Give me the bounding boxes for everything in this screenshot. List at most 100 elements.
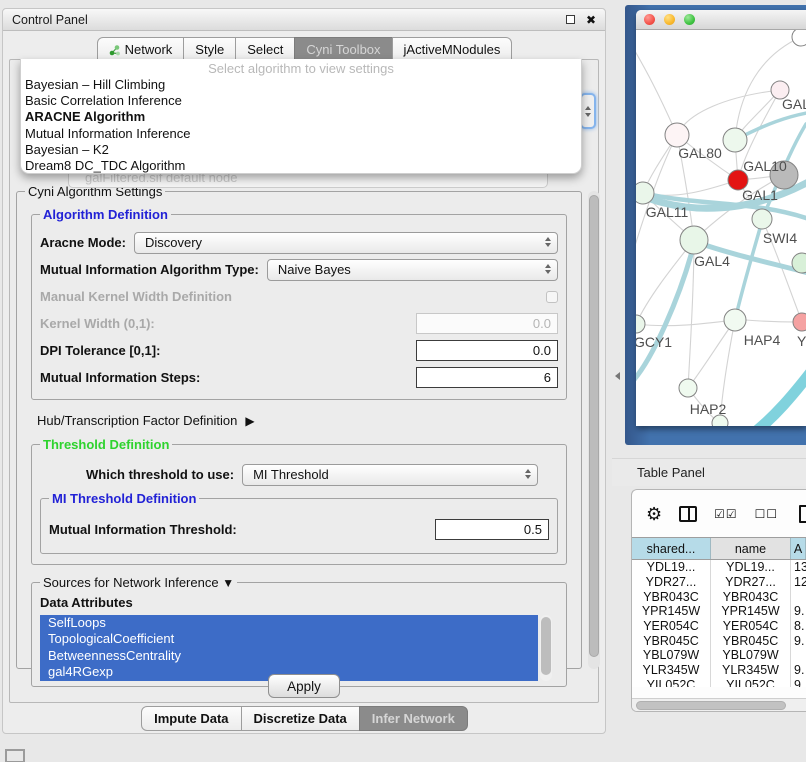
table-header: shared...nameA bbox=[632, 537, 806, 560]
table-hscrollbar-thumb[interactable] bbox=[636, 701, 786, 710]
column-header-0[interactable]: shared... bbox=[632, 538, 711, 559]
network-node-gal11[interactable] bbox=[636, 182, 654, 204]
attribute-item-topologicalcoefficient[interactable]: TopologicalCoefficient bbox=[40, 631, 538, 647]
tab-label: Cyni Toolbox bbox=[306, 42, 380, 57]
hub-definition-toggle[interactable]: Hub/Transcription Factor Definition ▶ bbox=[37, 413, 573, 428]
algorithm-option-mutual-information-inference[interactable]: Mutual Information Inference bbox=[21, 126, 581, 142]
network-node[interactable] bbox=[792, 30, 806, 46]
table-cell: YIL052C bbox=[632, 678, 711, 688]
mi-threshold-value: 0.5 bbox=[524, 522, 542, 537]
network-node-gal10[interactable] bbox=[723, 128, 747, 152]
algorithm-dropdown-list: Bayesian – Hill ClimbingBasic Correlatio… bbox=[21, 77, 581, 174]
table-row[interactable]: YBL079WYBL079W bbox=[632, 648, 806, 663]
tab-label: Impute Data bbox=[154, 711, 228, 726]
splitpane-collapse-icon[interactable] bbox=[615, 372, 620, 380]
settings-scrollbar-thumb[interactable] bbox=[589, 195, 599, 657]
sources-title-text: Sources for Network Inference bbox=[43, 575, 219, 590]
mi-type-combo[interactable]: Naive Bayes bbox=[267, 259, 558, 281]
table-cell: YDR27... bbox=[632, 575, 711, 590]
table-cell bbox=[791, 589, 806, 604]
threshold-type-combo[interactable]: MI Threshold bbox=[242, 464, 538, 486]
attribute-item-selfloops[interactable]: SelfLoops bbox=[40, 615, 538, 631]
control-panel: Control Panel ✖ NetworkStyleSelectCyni T… bbox=[2, 8, 606, 734]
column-header-2[interactable]: A bbox=[791, 538, 806, 559]
obscured-combo-stepper[interactable] bbox=[580, 93, 596, 129]
table-row[interactable]: YDL19...YDL19...13 bbox=[632, 560, 806, 575]
algorithm-definition-group: Algorithm Definition Aracne Mode: Discov… bbox=[31, 214, 567, 400]
table-settings-gear-icon[interactable]: ⚙ bbox=[646, 505, 662, 523]
kernel-width-field[interactable]: 0.0 bbox=[416, 313, 558, 334]
zoom-window-icon[interactable] bbox=[684, 14, 695, 25]
sources-group-title[interactable]: Sources for Network Inference ▼ bbox=[40, 575, 237, 590]
kernel-width-label: Kernel Width (0,1): bbox=[40, 316, 155, 331]
minimize-window-icon[interactable] bbox=[664, 14, 675, 25]
panel-title: Control Panel bbox=[12, 13, 88, 27]
select-all-icon[interactable]: ☑☑ bbox=[714, 507, 738, 521]
network-node-gal4[interactable] bbox=[680, 226, 708, 254]
kernel-width-value: 0.0 bbox=[533, 316, 551, 331]
table-cell: 13 bbox=[791, 560, 806, 575]
table-row[interactable]: YLR345WYLR345W9. bbox=[632, 663, 806, 678]
tab-label: Network bbox=[125, 42, 173, 57]
tab-infer-network[interactable]: Infer Network bbox=[359, 706, 468, 731]
mi-steps-field[interactable]: 6 bbox=[416, 367, 558, 388]
table-panel-titlebar[interactable]: Table Panel bbox=[612, 458, 806, 486]
table-cell: YBR043C bbox=[711, 589, 791, 604]
which-threshold-value: MI Threshold bbox=[253, 467, 329, 482]
table-hscrollbar[interactable] bbox=[632, 698, 806, 711]
network-canvas[interactable]: GALGAL80GAL10GAL1GAL11SWI4GAL4GCY1HAP4YH… bbox=[636, 30, 806, 426]
hub-definition-label: Hub/Transcription Factor Definition bbox=[37, 413, 237, 428]
algorithm-option-basic-correlation-inference[interactable]: Basic Correlation Inference bbox=[21, 93, 581, 109]
algorithm-definition-title: Algorithm Definition bbox=[40, 207, 171, 222]
settings-scrollbar[interactable] bbox=[588, 191, 600, 669]
table-row[interactable]: YDR27...YDR27...12 bbox=[632, 575, 806, 590]
table-row[interactable]: YBR043CYBR043C bbox=[632, 589, 806, 604]
table-cell: YBR043C bbox=[632, 589, 711, 604]
control-panel-content: galFiltered.sif default node Select algo… bbox=[9, 59, 599, 703]
column-header-1[interactable]: name bbox=[711, 538, 791, 559]
table-cell: 8. bbox=[791, 619, 806, 634]
node-label-gcy1: GCY1 bbox=[636, 334, 672, 350]
network-node-y[interactable] bbox=[793, 313, 806, 331]
node-label-gal: GAL bbox=[782, 96, 806, 112]
algorithm-option-bayesian-k2[interactable]: Bayesian – K2 bbox=[21, 142, 581, 158]
close-window-icon[interactable] bbox=[644, 14, 655, 25]
table-row[interactable]: YER054CYER054C8. bbox=[632, 619, 806, 634]
table-cell: YBL079W bbox=[632, 648, 711, 663]
tab-impute-data[interactable]: Impute Data bbox=[141, 706, 241, 731]
manual-kernel-checkbox[interactable] bbox=[546, 291, 558, 303]
network-node-gal80[interactable] bbox=[665, 123, 689, 147]
table-cell: YBR045C bbox=[711, 633, 791, 648]
network-window[interactable]: GALGAL80GAL10GAL1GAL11SWI4GAL4GCY1HAP4YH… bbox=[636, 10, 806, 426]
table-row[interactable]: YPR145WYPR145W9. bbox=[632, 604, 806, 619]
network-node-gcy1[interactable] bbox=[636, 315, 645, 333]
table-cell: YDR27... bbox=[711, 575, 791, 590]
dpi-tolerance-field[interactable]: 0.0 bbox=[416, 340, 558, 361]
network-node-hap4[interactable] bbox=[724, 309, 746, 331]
algorithm-option-bayesian-hill-climbing[interactable]: Bayesian – Hill Climbing bbox=[21, 77, 581, 93]
split-columns-icon[interactable] bbox=[679, 506, 697, 522]
control-panel-titlebar[interactable]: Control Panel ✖ bbox=[3, 9, 605, 31]
aracne-mode-label: Aracne Mode: bbox=[40, 235, 126, 250]
attributes-scrollbar[interactable] bbox=[540, 615, 552, 681]
mi-threshold-field[interactable]: 0.5 bbox=[435, 519, 549, 540]
attribute-item-betweennesscentrality[interactable]: BetweennessCentrality bbox=[40, 648, 538, 664]
network-node-hap2[interactable] bbox=[679, 379, 697, 397]
table-cell: YER054C bbox=[632, 619, 711, 634]
export-table-icon[interactable] bbox=[799, 505, 806, 523]
algorithm-option-dream8-dc-tdc-algorithm[interactable]: Dream8 DC_TDC Algorithm bbox=[21, 158, 581, 174]
deselect-all-icon[interactable]: ☐☐ bbox=[755, 507, 779, 521]
algorithm-option-aracne-algorithm[interactable]: ARACNE Algorithm bbox=[21, 109, 581, 125]
tab-discretize-data[interactable]: Discretize Data bbox=[241, 706, 360, 731]
attributes-scrollbar-thumb[interactable] bbox=[541, 617, 551, 675]
app-root: Control Panel ✖ NetworkStyleSelectCyni T… bbox=[0, 0, 806, 762]
float-panel-icon[interactable] bbox=[566, 15, 575, 24]
close-panel-icon[interactable]: ✖ bbox=[586, 14, 596, 26]
network-node-swi4[interactable] bbox=[752, 209, 772, 229]
apply-button[interactable]: Apply bbox=[268, 674, 340, 698]
aracne-mode-combo[interactable]: Discovery bbox=[134, 232, 558, 254]
minimized-panel-icon[interactable] bbox=[5, 749, 25, 762]
table-row[interactable]: YIL052CYIL052C9. bbox=[632, 678, 806, 688]
table-row[interactable]: YBR045CYBR045C9. bbox=[632, 633, 806, 648]
network-window-titlebar[interactable] bbox=[636, 10, 806, 30]
